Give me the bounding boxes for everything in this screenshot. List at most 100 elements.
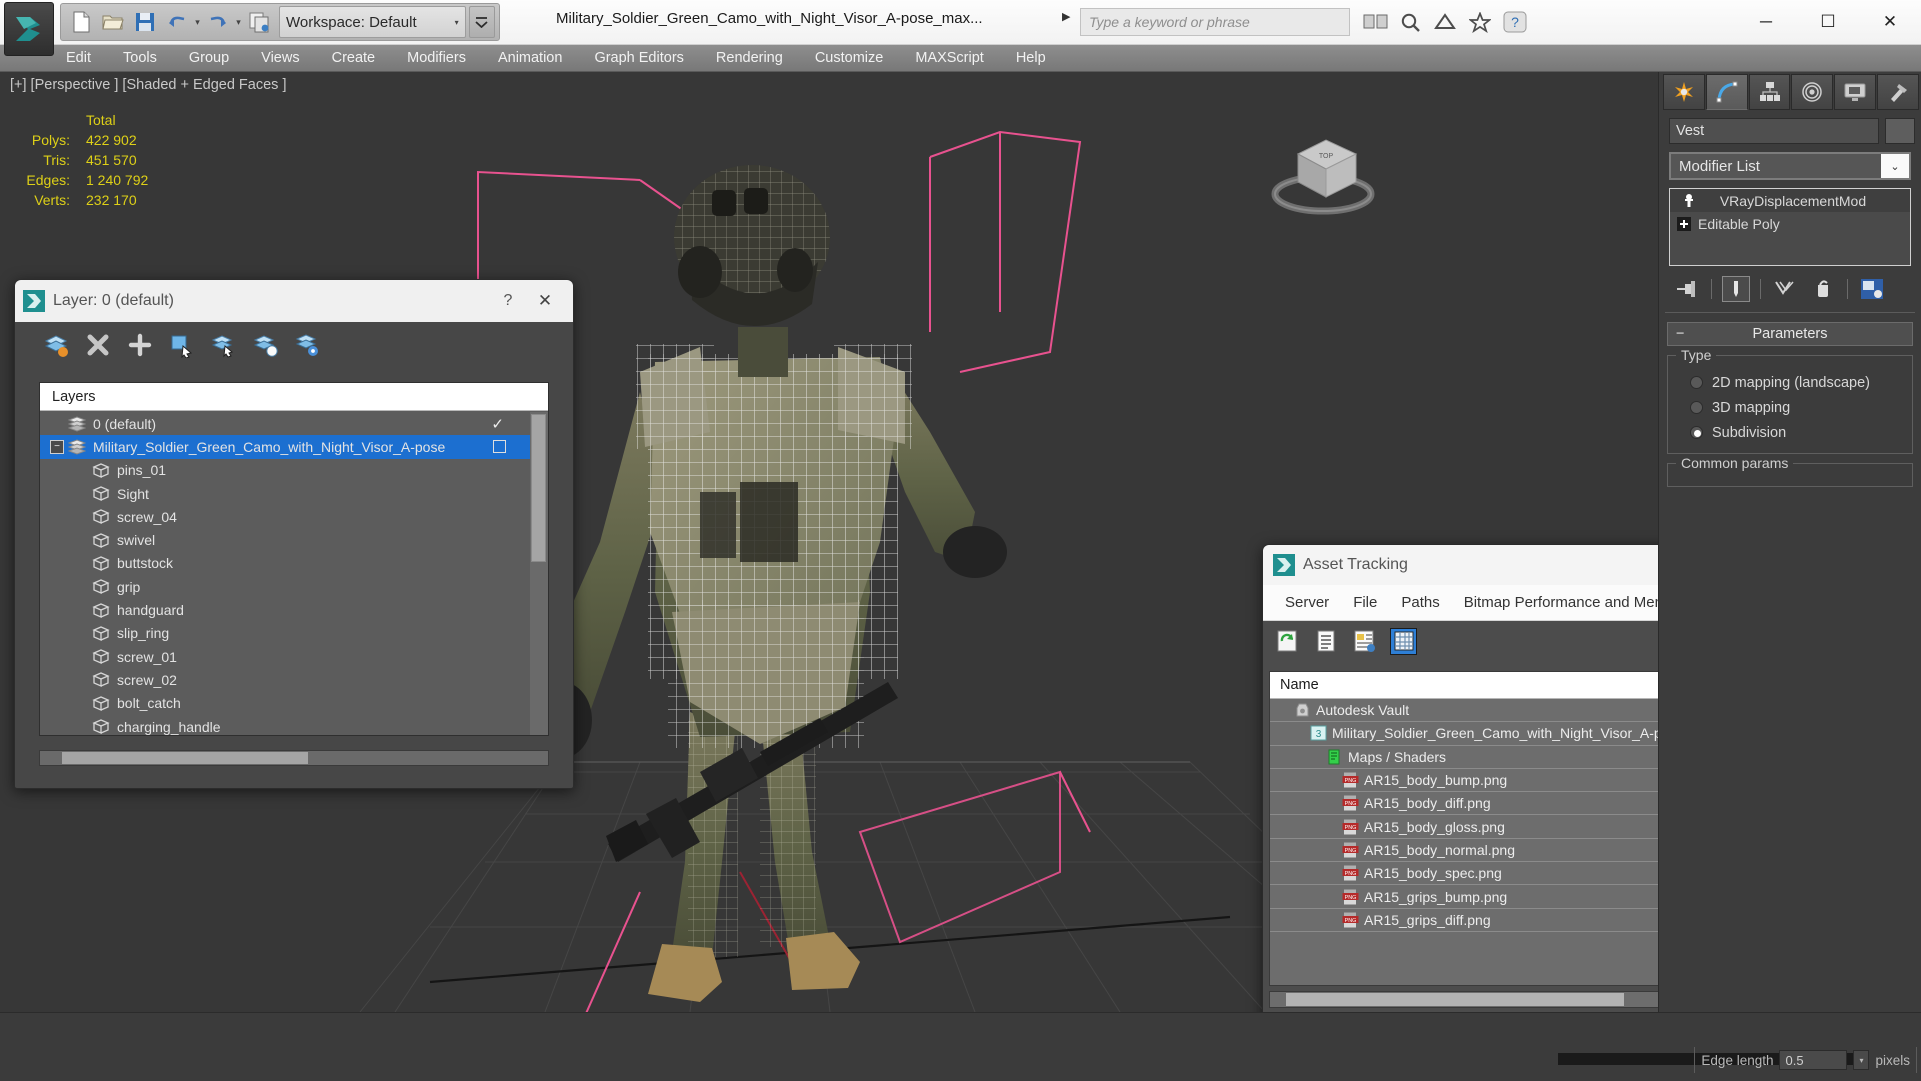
menu-item-tools[interactable]: Tools xyxy=(107,45,173,72)
undo-dropdown-arrow-icon[interactable]: ▾ xyxy=(193,7,202,37)
layer-row[interactable]: bolt_catch xyxy=(40,692,530,715)
menu-item-animation[interactable]: Animation xyxy=(482,45,578,72)
parameters-rollout-header[interactable]: − Parameters xyxy=(1667,322,1913,346)
menu-item-customize[interactable]: Customize xyxy=(799,45,900,72)
show-end-result-icon[interactable] xyxy=(1722,276,1750,302)
view-cube[interactable]: TOP xyxy=(1268,122,1378,227)
delete-layer-icon[interactable] xyxy=(85,332,111,358)
create-new-layer-icon[interactable] xyxy=(43,332,69,358)
asset-menu-item-file[interactable]: File xyxy=(1341,594,1389,611)
search-icon[interactable] xyxy=(1395,7,1425,37)
layer-row[interactable]: slip_ring xyxy=(40,622,530,645)
layer-active-checkbox[interactable] xyxy=(493,440,506,454)
layer-active-check-icon[interactable]: ✓ xyxy=(491,415,504,433)
add-to-layer-icon[interactable] xyxy=(127,332,153,358)
layer-row[interactable]: screw_01 xyxy=(40,645,530,668)
radio-3d-mapping[interactable]: 3D mapping xyxy=(1676,395,1904,420)
layer-list-vertical-scrollbar[interactable] xyxy=(530,412,548,735)
tab-motion[interactable] xyxy=(1791,74,1834,110)
layer-dialog[interactable]: Layer: 0 (default) ? ✕ Layers 0 (default… xyxy=(14,279,574,789)
undo-icon[interactable] xyxy=(162,7,192,37)
modifier-stack-item-1[interactable]: Editable Poly xyxy=(1670,212,1910,235)
layer-row[interactable]: 0 (default) ✓ xyxy=(40,412,530,435)
highlight-selected-objects-layers-icon[interactable] xyxy=(253,332,279,358)
layer-row[interactable]: Sight xyxy=(40,482,530,505)
radio-2d-mapping[interactable]: 2D mapping (landscape) xyxy=(1676,370,1904,395)
asset-menu-item-server[interactable]: Server xyxy=(1273,594,1341,611)
app-logo-button[interactable] xyxy=(4,2,54,56)
select-objects-in-layer-icon[interactable] xyxy=(169,332,195,359)
layer-row[interactable]: screw_04 xyxy=(40,505,530,528)
asset-properties-icon[interactable] xyxy=(1351,628,1378,655)
layer-row[interactable]: handguard xyxy=(40,598,530,621)
redo-dropdown-arrow-icon[interactable]: ▾ xyxy=(234,7,243,37)
configure-modifier-sets-icon[interactable] xyxy=(1858,276,1886,302)
layer-dialog-help-button[interactable]: ? xyxy=(491,292,525,310)
menu-item-graph-editors[interactable]: Graph Editors xyxy=(578,45,699,72)
open-file-icon[interactable] xyxy=(98,7,128,37)
layer-list[interactable]: Layers 0 (default) ✓ − Military_Soldier_Gr… xyxy=(39,382,549,736)
list-view-icon[interactable] xyxy=(1312,628,1339,655)
menu-item-maxscript[interactable]: MAXScript xyxy=(899,45,1000,72)
tab-create[interactable] xyxy=(1663,74,1705,110)
menu-item-help[interactable]: Help xyxy=(1000,45,1062,72)
layer-settings-icon[interactable] xyxy=(295,332,321,358)
layer-row[interactable]: buttstock xyxy=(40,552,530,575)
redo-icon[interactable] xyxy=(203,7,233,37)
modifier-stack[interactable]: VRayDisplacementMod Editable Poly xyxy=(1669,188,1911,266)
menu-item-modifiers[interactable]: Modifiers xyxy=(391,45,482,72)
window-minimize-button[interactable]: ─ xyxy=(1735,0,1797,44)
modifier-list-dropdown[interactable]: Modifier List ⌄ xyxy=(1669,152,1911,180)
tab-display[interactable] xyxy=(1834,74,1877,110)
layer-list-horizontal-scrollbar[interactable] xyxy=(39,750,549,766)
object-color-swatch[interactable] xyxy=(1885,118,1915,144)
menu-item-create[interactable]: Create xyxy=(316,45,392,72)
viewport-label[interactable]: [+] [Perspective ] [Shaded + Edged Faces… xyxy=(10,77,286,93)
new-file-icon[interactable] xyxy=(66,7,96,37)
window-maximize-button[interactable]: ☐ xyxy=(1797,0,1859,44)
save-file-icon[interactable] xyxy=(130,7,160,37)
edge-length-input[interactable]: 0.5 xyxy=(1779,1050,1848,1070)
select-highlighted-layer-icon[interactable] xyxy=(211,332,237,358)
edge-length-spinner[interactable]: ▾ xyxy=(1853,1050,1870,1070)
layer-list-scroll-thumb[interactable] xyxy=(531,414,546,562)
help-icon[interactable]: ? xyxy=(1500,7,1530,37)
layer-row[interactable]: grip xyxy=(40,575,530,598)
asset-menu-item-paths[interactable]: Paths xyxy=(1389,594,1451,611)
filename-dropdown-icon[interactable]: ▶ xyxy=(1062,10,1070,23)
layer-list-hscroll-thumb[interactable] xyxy=(62,752,308,764)
layer-row[interactable]: charging_handle xyxy=(40,715,530,735)
modifier-stack-item-0[interactable]: VRayDisplacementMod xyxy=(1670,189,1910,212)
tab-utilities[interactable] xyxy=(1877,74,1919,110)
grid-view-icon[interactable] xyxy=(1390,627,1417,655)
workspace-selector[interactable]: Workspace: Default ▾ xyxy=(279,6,466,38)
menu-item-edit[interactable]: Edit xyxy=(50,45,107,72)
radio-subdivision[interactable]: Subdivision xyxy=(1676,420,1904,445)
scene-converter-icon[interactable] xyxy=(1360,7,1390,37)
layer-dialog-titlebar[interactable]: Layer: 0 (default) ? ✕ xyxy=(15,280,573,322)
tab-modify[interactable] xyxy=(1705,74,1748,110)
search-input[interactable]: Type a keyword or phrase xyxy=(1080,8,1350,36)
layer-row-selected[interactable]: − Military_Soldier_Green_Camo_with_Night… xyxy=(40,435,530,459)
layer-row[interactable]: pins_01 xyxy=(40,459,530,482)
layer-dialog-close-button[interactable]: ✕ xyxy=(525,291,565,311)
tab-hierarchy[interactable] xyxy=(1748,74,1791,110)
remove-modifier-icon[interactable] xyxy=(1809,276,1837,302)
window-close-button[interactable]: ✕ xyxy=(1859,0,1921,44)
object-name-field[interactable]: Vest xyxy=(1669,118,1879,144)
make-unique-icon[interactable] xyxy=(1771,276,1799,302)
layer-list-column-header[interactable]: Layers xyxy=(40,383,548,411)
layer-expand-toggle[interactable]: − xyxy=(50,439,64,454)
plus-box-icon[interactable] xyxy=(1676,216,1692,232)
toolbar-overflow-button[interactable] xyxy=(468,6,495,38)
asset-list-hscroll-thumb[interactable] xyxy=(1286,993,1624,1006)
layer-row[interactable]: swivel xyxy=(40,528,530,551)
chevron-down-icon[interactable]: ⌄ xyxy=(1881,154,1909,178)
favorites-star-icon[interactable] xyxy=(1465,7,1495,37)
layer-row[interactable]: screw_02 xyxy=(40,668,530,691)
menu-item-group[interactable]: Group xyxy=(173,45,245,72)
autodesk-account-icon[interactable] xyxy=(1430,7,1460,37)
menu-item-rendering[interactable]: Rendering xyxy=(700,45,799,72)
project-folder-icon[interactable] xyxy=(244,7,274,37)
menu-item-views[interactable]: Views xyxy=(245,45,315,72)
